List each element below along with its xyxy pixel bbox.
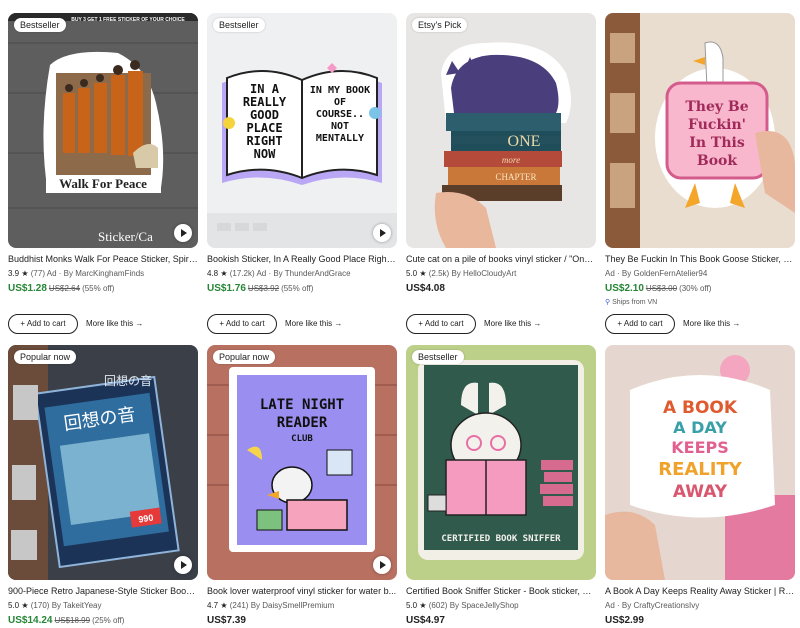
add-to-cart-button[interactable]: + Add to cart bbox=[406, 314, 476, 334]
listing-image[interactable]: IN A REALLY GOOD PLACE RIGHT NOW IN MY B… bbox=[207, 13, 397, 248]
play-video-icon[interactable] bbox=[373, 224, 391, 242]
star-icon: ★ bbox=[220, 269, 228, 278]
listing-meta: Ad · By CraftyCreationsIvy bbox=[605, 601, 700, 610]
location-pin-icon: ⚲ bbox=[605, 299, 611, 306]
bestseller-badge: Bestseller bbox=[213, 18, 265, 32]
svg-text:BUY 3 GET 1 FREE STICKER OF YO: BUY 3 GET 1 FREE STICKER OF YOUR CHOICE bbox=[71, 17, 185, 23]
listing-meta: 5.0 ★ (602) By SpaceJellyShop bbox=[406, 601, 519, 610]
listing-title[interactable]: A Book A Day Keeps Reality Away Sticker … bbox=[605, 586, 795, 596]
listing-meta: 5.0 ★ (2.5k) By HelloCloudyArt bbox=[406, 269, 517, 278]
svg-text:Fuckin': Fuckin' bbox=[688, 117, 746, 133]
image-caption: Walk For Peace bbox=[59, 176, 147, 191]
svg-text:Book: Book bbox=[697, 153, 738, 169]
ships-from: ⚲ Ships from VN bbox=[605, 299, 658, 306]
listing-price: US$7.39 bbox=[207, 615, 246, 626]
svg-text:CHAPTER: CHAPTER bbox=[495, 172, 536, 182]
svg-text:990: 990 bbox=[138, 513, 154, 525]
play-video-icon[interactable] bbox=[174, 224, 192, 242]
svg-text:回想の音: 回想の音 bbox=[104, 373, 152, 388]
svg-text:A BOOK: A BOOK bbox=[663, 398, 738, 418]
add-to-cart-button[interactable]: + Add to cart bbox=[8, 314, 78, 334]
svg-text:AWAY: AWAY bbox=[673, 482, 728, 502]
listing-price: US$1.76 US$3.92 (55% off) bbox=[207, 283, 314, 294]
listing-title[interactable]: They Be Fuckin In This Book Goose Sticke… bbox=[605, 254, 795, 264]
listing-title[interactable]: Bookish Sticker, In A Really Good Place … bbox=[207, 254, 397, 264]
svg-text:REALITY: REALITY bbox=[658, 459, 743, 480]
svg-text:CLUB: CLUB bbox=[291, 434, 313, 444]
listing-price: US$14.24 US$18.99 (25% off) bbox=[8, 615, 125, 626]
bestseller-badge: Bestseller bbox=[14, 18, 66, 32]
listing-meta: 4.7 ★ (241) By DaisySmellPremium bbox=[207, 601, 335, 610]
listing-image[interactable]: CERTIFIED BOOK SNIFFER Bestseller bbox=[406, 345, 596, 580]
listing-image[interactable]: Walk For Peace BUY 3 GET 1 FREE STICKER … bbox=[8, 13, 198, 248]
svg-text:more: more bbox=[502, 155, 520, 165]
listing-title[interactable]: Cute cat on a pile of books vinyl sticke… bbox=[406, 254, 596, 264]
listing-title[interactable]: Certified Book Sniffer Sticker - Book st… bbox=[406, 586, 596, 596]
listing-title[interactable]: Buddhist Monks Walk For Peace Sticker, S… bbox=[8, 254, 198, 264]
play-video-icon[interactable] bbox=[174, 556, 192, 574]
listing-image[interactable]: LATE NIGHT READER CLUB Popular now bbox=[207, 345, 397, 580]
listing-meta: 3.9 ★ (77) Ad · By MarcKinghamFinds bbox=[8, 269, 145, 278]
listing-price: US$4.97 bbox=[406, 615, 445, 626]
listing-meta: 4.8 ★ (17.2k) Ad · By ThunderAndGrace bbox=[207, 269, 351, 278]
popular-now-badge: Popular now bbox=[213, 350, 276, 364]
popular-now-badge: Popular now bbox=[14, 350, 77, 364]
svg-text:LATE NIGHT: LATE NIGHT bbox=[260, 397, 344, 413]
listing-title[interactable]: Book lover waterproof vinyl sticker for … bbox=[207, 586, 397, 596]
add-to-cart-button[interactable]: + Add to cart bbox=[605, 314, 675, 334]
svg-text:KEEPS: KEEPS bbox=[671, 438, 729, 457]
etsys-pick-badge: Etsy's Pick bbox=[412, 18, 468, 32]
listing-image[interactable]: 回想の音 990 回想の音 Popular now bbox=[8, 345, 198, 580]
more-like-this-link[interactable]: More like this → bbox=[285, 314, 342, 334]
bestseller-badge: Bestseller bbox=[412, 350, 464, 364]
svg-text:A DAY: A DAY bbox=[673, 418, 727, 437]
svg-text:READER: READER bbox=[277, 415, 328, 431]
listing-image[interactable]: A BOOK A DAY KEEPS REALITY AWAY bbox=[605, 345, 795, 580]
more-like-this-link[interactable]: More like this → bbox=[683, 314, 740, 334]
star-icon: ★ bbox=[220, 601, 228, 610]
listing-price: US$2.10 US$3.00 (30% off) bbox=[605, 283, 712, 294]
star-icon: ★ bbox=[419, 269, 427, 278]
listing-image[interactable]: They Be Fuckin' In This Book bbox=[605, 13, 795, 248]
play-video-icon[interactable] bbox=[373, 556, 391, 574]
star-icon: ★ bbox=[21, 269, 29, 278]
svg-text:ONE: ONE bbox=[508, 133, 541, 150]
svg-text:They Be: They Be bbox=[685, 99, 748, 115]
star-icon: ★ bbox=[419, 601, 427, 610]
svg-text:Sticker/Ca: Sticker/Ca bbox=[98, 229, 153, 244]
listing-meta: Ad · By GoldenFernAtelier94 bbox=[605, 269, 708, 278]
more-like-this-link[interactable]: More like this → bbox=[86, 314, 143, 334]
listing-price: US$2.99 bbox=[605, 615, 644, 626]
listing-title[interactable]: 900-Piece Retro Japanese-Style Sticker B… bbox=[8, 586, 198, 596]
more-like-this-link[interactable]: More like this → bbox=[484, 314, 541, 334]
listing-meta: 5.0 ★ (170) By TakeitYeay bbox=[8, 601, 102, 610]
listing-price: US$4.08 bbox=[406, 283, 445, 294]
svg-text:CERTIFIED BOOK SNIFFER: CERTIFIED BOOK SNIFFER bbox=[441, 534, 561, 544]
svg-text:In This: In This bbox=[689, 135, 745, 151]
add-to-cart-button[interactable]: + Add to cart bbox=[207, 314, 277, 334]
star-icon: ★ bbox=[21, 601, 29, 610]
listing-price: US$1.28 US$2.64 (55% off) bbox=[8, 283, 115, 294]
listing-image[interactable]: ONE more CHAPTER Etsy's Pick bbox=[406, 13, 596, 248]
